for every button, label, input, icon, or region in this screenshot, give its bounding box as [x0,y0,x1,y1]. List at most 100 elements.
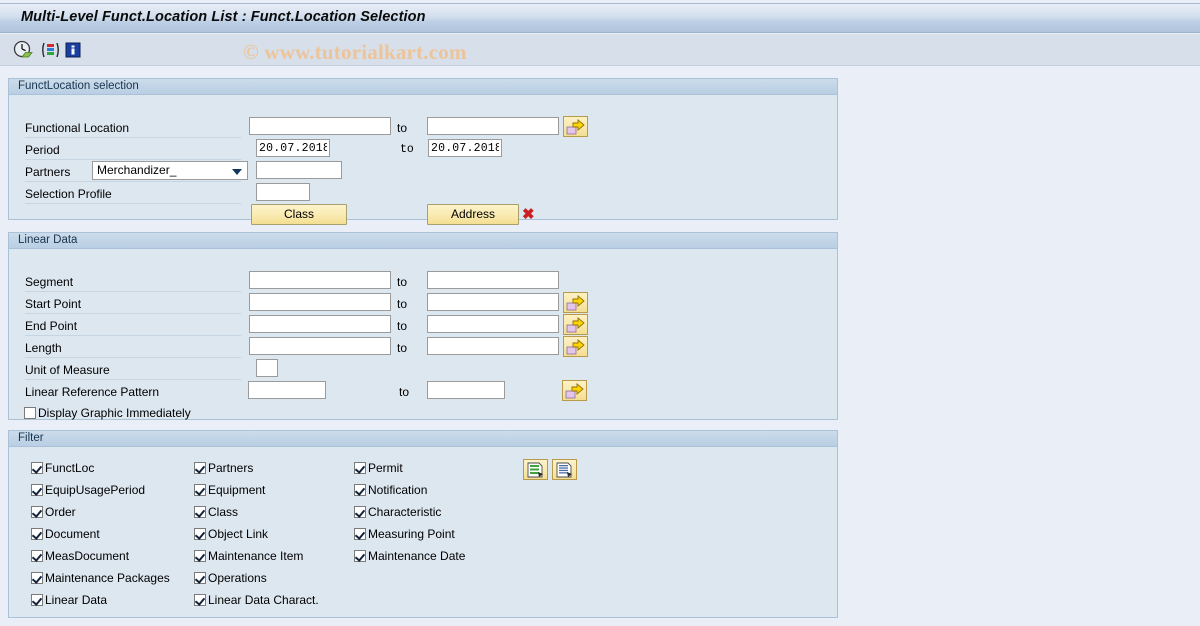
partners-select[interactable]: Merchandizer_ [92,161,248,180]
filter-checkbox-maintenance-packages[interactable]: Maintenance Packages [31,571,170,585]
checkbox-box [31,506,43,518]
start-point-multiple-selection-icon[interactable] [563,292,588,313]
application-toolbar [0,34,1200,66]
filter-label: MeasDocument [45,549,130,563]
functional-location-from-input[interactable] [249,117,391,135]
delete-x-icon[interactable]: ✖ [522,207,535,222]
unit-of-measure-input[interactable] [256,359,278,377]
display-graphic-immediately-checkbox[interactable]: Display Graphic Immediately [24,406,191,420]
linear-reference-pattern-from-input[interactable] [248,381,326,399]
partners-label: Partners [25,165,71,179]
end-point-to-label: to [397,319,408,333]
period-from-input[interactable] [256,139,330,157]
partners-value-input[interactable] [256,161,342,179]
watermark-text: © www.tutorialkart.com [243,40,467,64]
length-multiple-selection-icon[interactable] [563,336,588,357]
functional-location-to-input[interactable] [427,117,559,135]
colored-bars-icon[interactable] [40,39,62,61]
selection-profile-input[interactable] [256,183,310,201]
end-point-multiple-selection-icon[interactable] [563,314,588,335]
filter-checkbox-class[interactable]: Class [194,505,238,519]
period-to-label: to [400,143,414,156]
filter-checkbox-functloc[interactable]: FunctLoc [31,461,94,475]
segment-to-label: to [397,275,408,289]
filter-checkbox-permit[interactable]: Permit [354,461,403,475]
checkbox-box [194,462,206,474]
filter-label: Permit [368,461,403,475]
filter-header: Filter [9,431,837,447]
length-from-input[interactable] [249,337,391,355]
filter-checkbox-linear-data-charact[interactable]: Linear Data Charact. [194,593,319,607]
checkbox-box [194,528,206,540]
filter-label: Characteristic [368,505,442,519]
filter-panel: Filter FunctLoc EquipUsagePeriod Order D… [8,430,838,618]
checkbox-box [194,572,206,584]
select-all-list-icon[interactable] [523,459,548,480]
row-divider [25,379,241,380]
filter-checkbox-operations[interactable]: Operations [194,571,267,585]
checkbox-box [194,594,206,606]
filter-checkbox-measuring-point[interactable]: Measuring Point [354,527,455,541]
functlocation-selection-header: FunctLocation selection [9,79,837,95]
filter-checkbox-object-link[interactable]: Object Link [194,527,268,541]
length-label: Length [25,341,62,355]
filter-checkbox-order[interactable]: Order [31,505,76,519]
filter-label: Object Link [208,527,269,541]
filter-label: Operations [208,571,267,585]
start-point-to-label: to [397,297,408,311]
row-divider [25,181,241,182]
chevron-down-icon [232,169,242,175]
info-icon[interactable] [62,39,84,61]
unit-of-measure-label: Unit of Measure [25,363,110,377]
filter-label: Linear Data Charact. [208,593,319,607]
checkbox-box [354,528,366,540]
filter-label: Class [208,505,239,519]
end-point-to-input[interactable] [427,315,559,333]
row-divider [25,137,241,138]
filter-checkbox-maintenance-date[interactable]: Maintenance Date [354,549,465,563]
checkbox-box [31,550,43,562]
end-point-from-input[interactable] [249,315,391,333]
filter-label: Equipment [208,483,266,497]
row-divider [25,159,241,160]
filter-label: Notification [368,483,428,497]
filter-checkbox-linear-data[interactable]: Linear Data [31,593,107,607]
class-button[interactable]: Class [251,204,347,225]
checkbox-box [354,550,366,562]
checkbox-box [354,506,366,518]
window-title-bar: Multi-Level Funct.Location List : Funct.… [0,3,1200,33]
filter-checkbox-notification[interactable]: Notification [354,483,427,497]
filter-label: Maintenance Item [208,549,304,563]
checkbox-box [194,550,206,562]
checkbox-box [31,462,43,474]
linear-reference-pattern-to-input[interactable] [427,381,505,399]
filter-label: Partners [208,461,254,475]
filter-label: EquipUsagePeriod [45,483,146,497]
linear-data-panel: Linear Data Segment to Start Point to En… [8,232,838,420]
start-point-from-input[interactable] [249,293,391,311]
period-to-input[interactable] [428,139,502,157]
linear-reference-pattern-label: Linear Reference Pattern [25,385,160,399]
linear-reference-pattern-multiple-selection-icon[interactable] [562,380,587,401]
address-button[interactable]: Address [427,204,519,225]
segment-to-input[interactable] [427,271,559,289]
linear-reference-pattern-to-label: to [399,385,410,399]
deselect-all-list-icon[interactable] [552,459,577,480]
filter-checkbox-equipment[interactable]: Equipment [194,483,265,497]
end-point-label: End Point [25,319,78,333]
functional-location-multiple-selection-icon[interactable] [563,116,588,137]
checkbox-box [24,407,36,419]
filter-checkbox-document[interactable]: Document [31,527,100,541]
segment-label: Segment [25,275,74,289]
length-to-input[interactable] [427,337,559,355]
filter-label: Linear Data [45,593,108,607]
filter-checkbox-maintenance-item[interactable]: Maintenance Item [194,549,303,563]
filter-checkbox-partners[interactable]: Partners [194,461,253,475]
execute-clock-icon[interactable] [12,39,34,61]
filter-checkbox-characteristic[interactable]: Characteristic [354,505,441,519]
partners-select-value: Merchandizer_ [97,163,177,177]
filter-checkbox-measdocument[interactable]: MeasDocument [31,549,129,563]
segment-from-input[interactable] [249,271,391,289]
start-point-to-input[interactable] [427,293,559,311]
filter-checkbox-equipusageperiod[interactable]: EquipUsagePeriod [31,483,145,497]
